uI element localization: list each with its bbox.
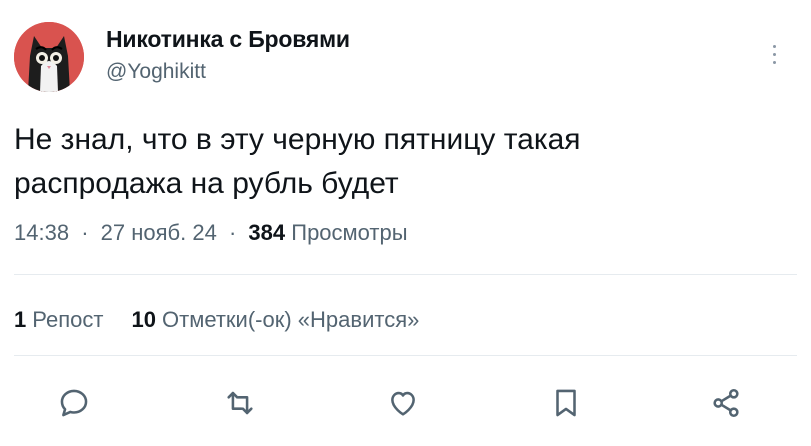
- repost-icon: [227, 391, 253, 415]
- more-dot-icon: [772, 44, 776, 48]
- display-name[interactable]: Никотинка с Бровями: [106, 26, 350, 53]
- action-bar: [0, 380, 811, 426]
- reposts-label: Репост: [32, 307, 104, 332]
- avatar[interactable]: [14, 22, 84, 92]
- like-icon: [391, 391, 415, 416]
- engagement-stats: 1 Репост 10 Отметки(-ок) «Нравится»: [14, 307, 441, 333]
- views-count: 384: [248, 220, 286, 245]
- reposts-stat[interactable]: 1 Репост: [14, 307, 103, 332]
- tweet-text-line: Не знал, что в эту черную пятницу такая: [14, 123, 581, 156]
- cat-avatar-icon: [14, 22, 84, 92]
- share-button[interactable]: [703, 380, 749, 426]
- separator: ·: [228, 220, 237, 245]
- more-dot-icon: [772, 60, 776, 64]
- bookmark-icon: [556, 389, 576, 417]
- tweet-time[interactable]: 14:38: [14, 220, 69, 245]
- like-button[interactable]: [380, 380, 426, 426]
- divider: [14, 274, 797, 275]
- views-label: Просмотры: [291, 220, 408, 245]
- tweet-meta: 14:38 · 27 нояб. 24 · 384 Просмотры: [14, 220, 408, 246]
- tweet-text: Не знал, что в эту черную пятницу такая …: [14, 118, 774, 206]
- reply-button[interactable]: [51, 380, 97, 426]
- user-handle[interactable]: @Yoghikitt: [106, 60, 206, 84]
- tweet-date[interactable]: 27 нояб. 24: [101, 220, 217, 245]
- likes-stat[interactable]: 10 Отметки(-ок) «Нравится»: [132, 307, 420, 332]
- repost-button[interactable]: [217, 380, 263, 426]
- more-dot-icon: [772, 52, 776, 56]
- divider: [14, 355, 797, 356]
- likes-count: 10: [131, 307, 157, 332]
- separator: ·: [81, 220, 89, 245]
- likes-label: Отметки(-ок) «Нравится»: [162, 307, 420, 332]
- tweet-text-line: распродажа на рубль будет: [14, 167, 399, 200]
- reply-icon: [60, 389, 88, 417]
- bookmark-button[interactable]: [543, 380, 589, 426]
- more-options-button[interactable]: [762, 36, 786, 72]
- share-icon: [713, 388, 739, 418]
- reposts-count: 1: [14, 307, 27, 332]
